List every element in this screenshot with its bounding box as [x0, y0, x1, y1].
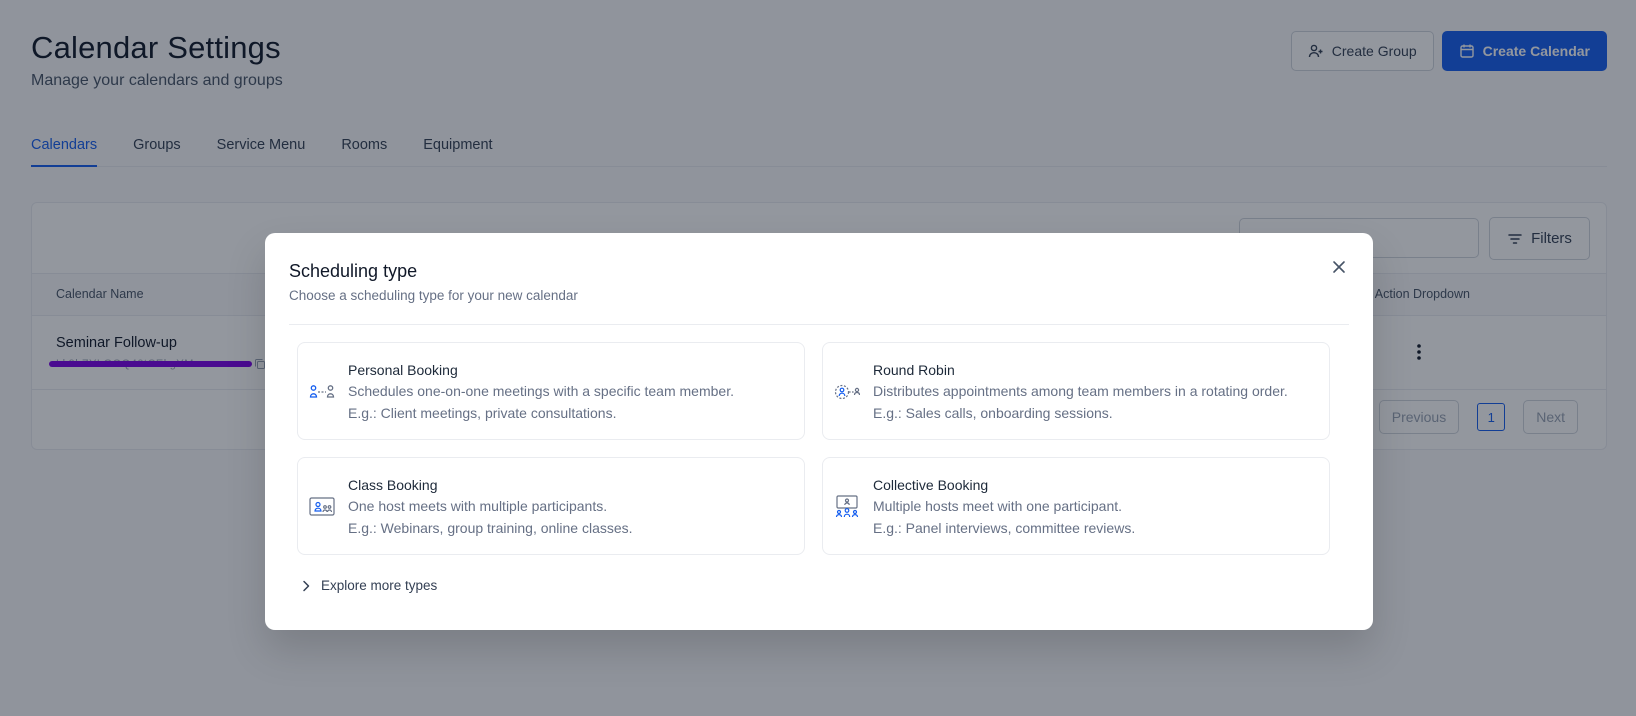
- option-round-robin[interactable]: Round Robin Distributes appointments amo…: [822, 342, 1330, 440]
- modal-subtitle: Choose a scheduling type for your new ca…: [289, 288, 578, 303]
- explore-more-types-toggle[interactable]: Explore more types: [299, 578, 437, 593]
- option-title: Round Robin: [873, 362, 955, 378]
- option-description: One host meets with multiple participant…: [348, 498, 608, 514]
- option-description: Distributes appointments among team memb…: [873, 383, 1288, 399]
- option-title: Class Booking: [348, 477, 438, 493]
- option-personal-booking[interactable]: Personal Booking Schedules one-on-one me…: [297, 342, 805, 440]
- option-example: E.g.: Webinars, group training, online c…: [348, 520, 633, 536]
- class-booking-icon: [309, 497, 335, 516]
- explore-more-types-label: Explore more types: [321, 578, 438, 593]
- option-example: E.g.: Panel interviews, committee review…: [873, 520, 1136, 536]
- collective-booking-icon: [835, 495, 859, 518]
- personal-booking-icon: [309, 385, 335, 398]
- option-description: Multiple hosts meet with one participant…: [873, 498, 1123, 514]
- round-robin-icon: [834, 384, 860, 400]
- option-title: Personal Booking: [348, 362, 458, 378]
- modal-title: Scheduling type: [289, 261, 418, 281]
- option-description: Schedules one-on-one meetings with a spe…: [348, 383, 734, 399]
- option-title: Collective Booking: [873, 477, 989, 493]
- modal-divider: [289, 324, 1349, 325]
- option-class-booking[interactable]: Class Booking One host meets with multip…: [297, 457, 805, 555]
- scheduling-type-modal: Scheduling type Choose a scheduling type…: [265, 233, 1373, 630]
- option-example: E.g.: Client meetings, private consultat…: [348, 405, 617, 421]
- close-icon[interactable]: [1329, 257, 1349, 277]
- chevron-right-icon: [303, 580, 310, 591]
- option-collective-booking[interactable]: Collective Booking Multiple hosts meet w…: [822, 457, 1330, 555]
- option-example: E.g.: Sales calls, onboarding sessions.: [873, 405, 1113, 421]
